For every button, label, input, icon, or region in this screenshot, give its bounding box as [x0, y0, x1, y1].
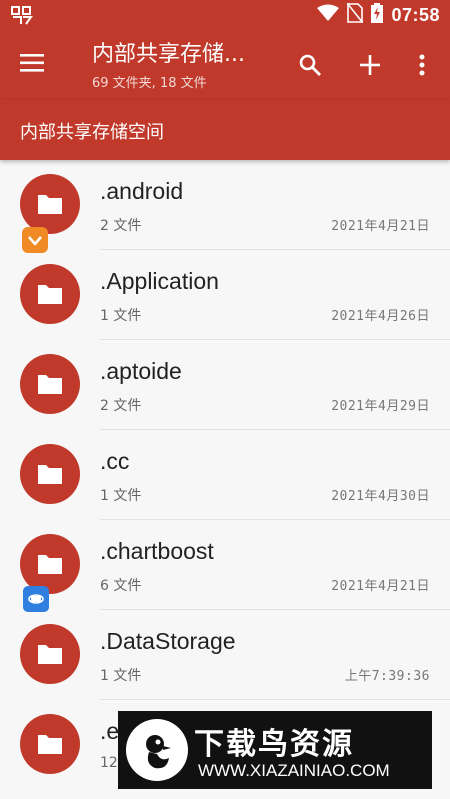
file-count: 2 文件: [100, 398, 142, 414]
wifi-icon: [317, 4, 340, 26]
aptoide-badge-icon: [22, 227, 48, 253]
file-name: .Application: [100, 268, 219, 294]
file-date: 上午7:39:36: [344, 669, 430, 684]
folder-icon: [20, 444, 80, 504]
file-count: 12: [100, 755, 118, 771]
file-count: 6 文件: [100, 578, 142, 594]
breadcrumb[interactable]: 内部共享存储空间: [20, 118, 164, 144]
title-block: 内部共享存储... 69 文件夹, 18 文件: [92, 40, 282, 91]
more-vert-icon[interactable]: [407, 50, 437, 80]
folder-icon: [20, 264, 80, 324]
status-bar: 07:58: [0, 0, 450, 30]
battery-charging-icon: [371, 3, 384, 27]
list-item[interactable]: .chartboost 6 文件 2021年4月21日: [0, 520, 450, 610]
watermark-title: 下载鸟资源: [194, 727, 354, 762]
file-name: .cc: [100, 448, 130, 474]
list-item[interactable]: .android 2 文件 2021年4月21日: [0, 160, 450, 250]
folder-icon: [20, 624, 80, 684]
list-item[interactable]: .cc 1 文件 2021年4月30日: [0, 430, 450, 520]
file-date: 2021年4月26日: [331, 309, 430, 324]
list-item[interactable]: .aptoide 2 文件 2021年4月29日: [0, 340, 450, 430]
page-subtitle: 69 文件夹, 18 文件: [92, 76, 207, 91]
folder-icon: [20, 534, 80, 594]
folder-icon: [20, 354, 80, 414]
file-name: .chartboost: [100, 538, 214, 564]
breadcrumb-bar: 内部共享存储空间: [0, 100, 450, 160]
file-count: 1 文件: [100, 308, 142, 324]
search-icon[interactable]: [295, 50, 325, 80]
status-time: 07:58: [391, 4, 440, 25]
bug-icon: [10, 4, 34, 26]
watermark-url: WWW.XIAZAINIAO.COM: [198, 761, 390, 780]
list-item[interactable]: .Application 1 文件 2021年4月26日: [0, 250, 450, 340]
file-count: 1 文件: [100, 668, 142, 684]
file-name: .aptoide: [100, 358, 182, 384]
file-date: 2021年4月30日: [331, 489, 430, 504]
file-name: .e: [100, 718, 120, 744]
es-badge-icon: [23, 586, 49, 612]
menu-icon[interactable]: [18, 52, 48, 78]
file-list[interactable]: .android 2 文件 2021年4月21日 .Application 1 …: [0, 160, 450, 799]
no-sim-icon: [346, 2, 365, 27]
list-item[interactable]: .DataStorage 1 文件 上午7:39:36: [0, 610, 450, 700]
file-date: 2021年4月21日: [331, 219, 430, 234]
folder-icon: [20, 174, 80, 234]
file-name: .android: [100, 178, 184, 204]
file-date: 2021年4月21日: [331, 579, 430, 594]
page-title: 内部共享存储...: [92, 42, 245, 67]
app-bar: 内部共享存储... 69 文件夹, 18 文件: [0, 30, 450, 100]
bird-logo-icon: [126, 719, 188, 781]
file-name: .DataStorage: [100, 628, 236, 654]
watermark-overlay: 下载鸟资源 WWW.XIAZAINIAO.COM: [118, 711, 432, 789]
file-count: 1 文件: [100, 488, 142, 504]
folder-icon: [20, 714, 80, 774]
add-icon[interactable]: [355, 50, 385, 80]
file-count: 2 文件: [100, 218, 142, 234]
file-date: 2021年4月29日: [331, 399, 430, 414]
